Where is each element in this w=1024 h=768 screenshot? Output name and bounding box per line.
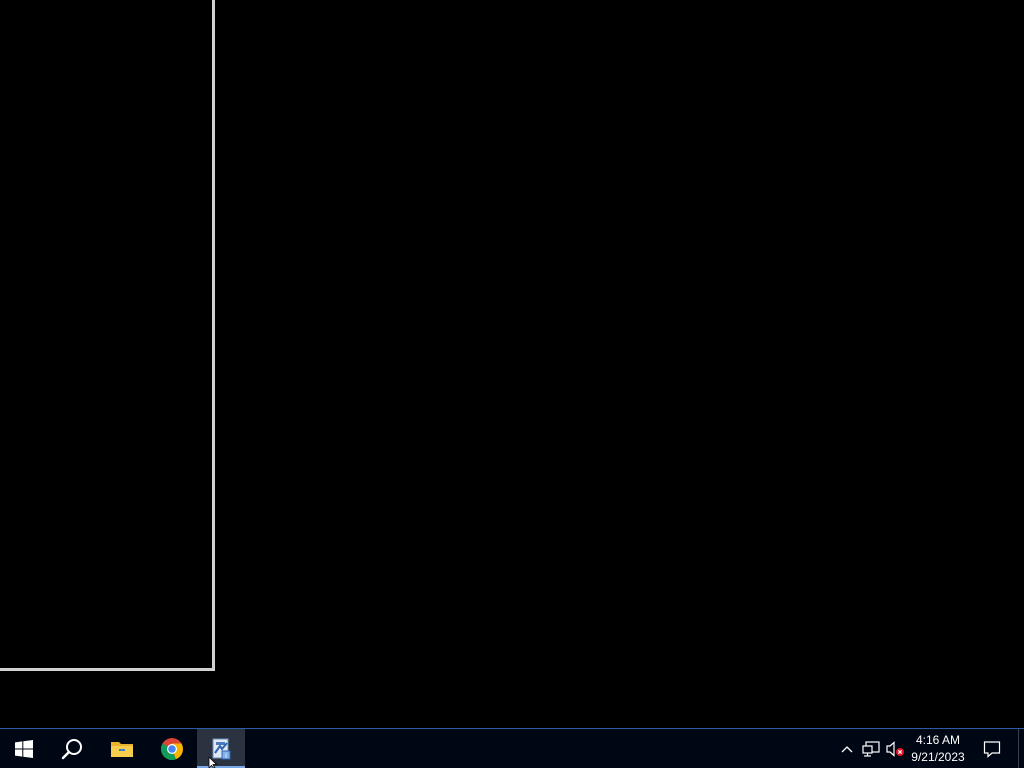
show-hidden-icons-button[interactable]	[836, 729, 858, 768]
installer-app-button[interactable]: i	[197, 729, 245, 768]
chrome-icon	[161, 737, 183, 760]
volume-button[interactable]	[884, 729, 906, 768]
network-button[interactable]	[860, 729, 882, 768]
network-icon	[862, 740, 880, 757]
action-center-button[interactable]	[974, 729, 1010, 768]
start-button[interactable]	[0, 729, 48, 768]
window-frame[interactable]	[0, 0, 215, 671]
search-button[interactable]	[48, 729, 96, 768]
desktop	[0, 0, 1024, 728]
clock[interactable]: 4:16 AM 9/21/2023	[906, 729, 970, 768]
chevron-up-icon	[841, 745, 853, 752]
show-desktop-button[interactable]	[1018, 729, 1024, 768]
taskbar: i 4:16 AM 9/21/2023	[0, 728, 1024, 768]
clock-time: 4:16 AM	[915, 732, 961, 747]
file-explorer-icon	[111, 741, 133, 757]
search-icon	[61, 738, 82, 759]
windows-logo-icon	[15, 739, 33, 758]
volume-muted-icon	[886, 740, 904, 757]
chrome-button[interactable]	[148, 729, 196, 768]
action-center-icon	[983, 740, 1001, 758]
mouse-cursor-icon	[208, 757, 218, 768]
file-explorer-button[interactable]	[98, 729, 146, 768]
clock-date: 9/21/2023	[911, 749, 965, 764]
